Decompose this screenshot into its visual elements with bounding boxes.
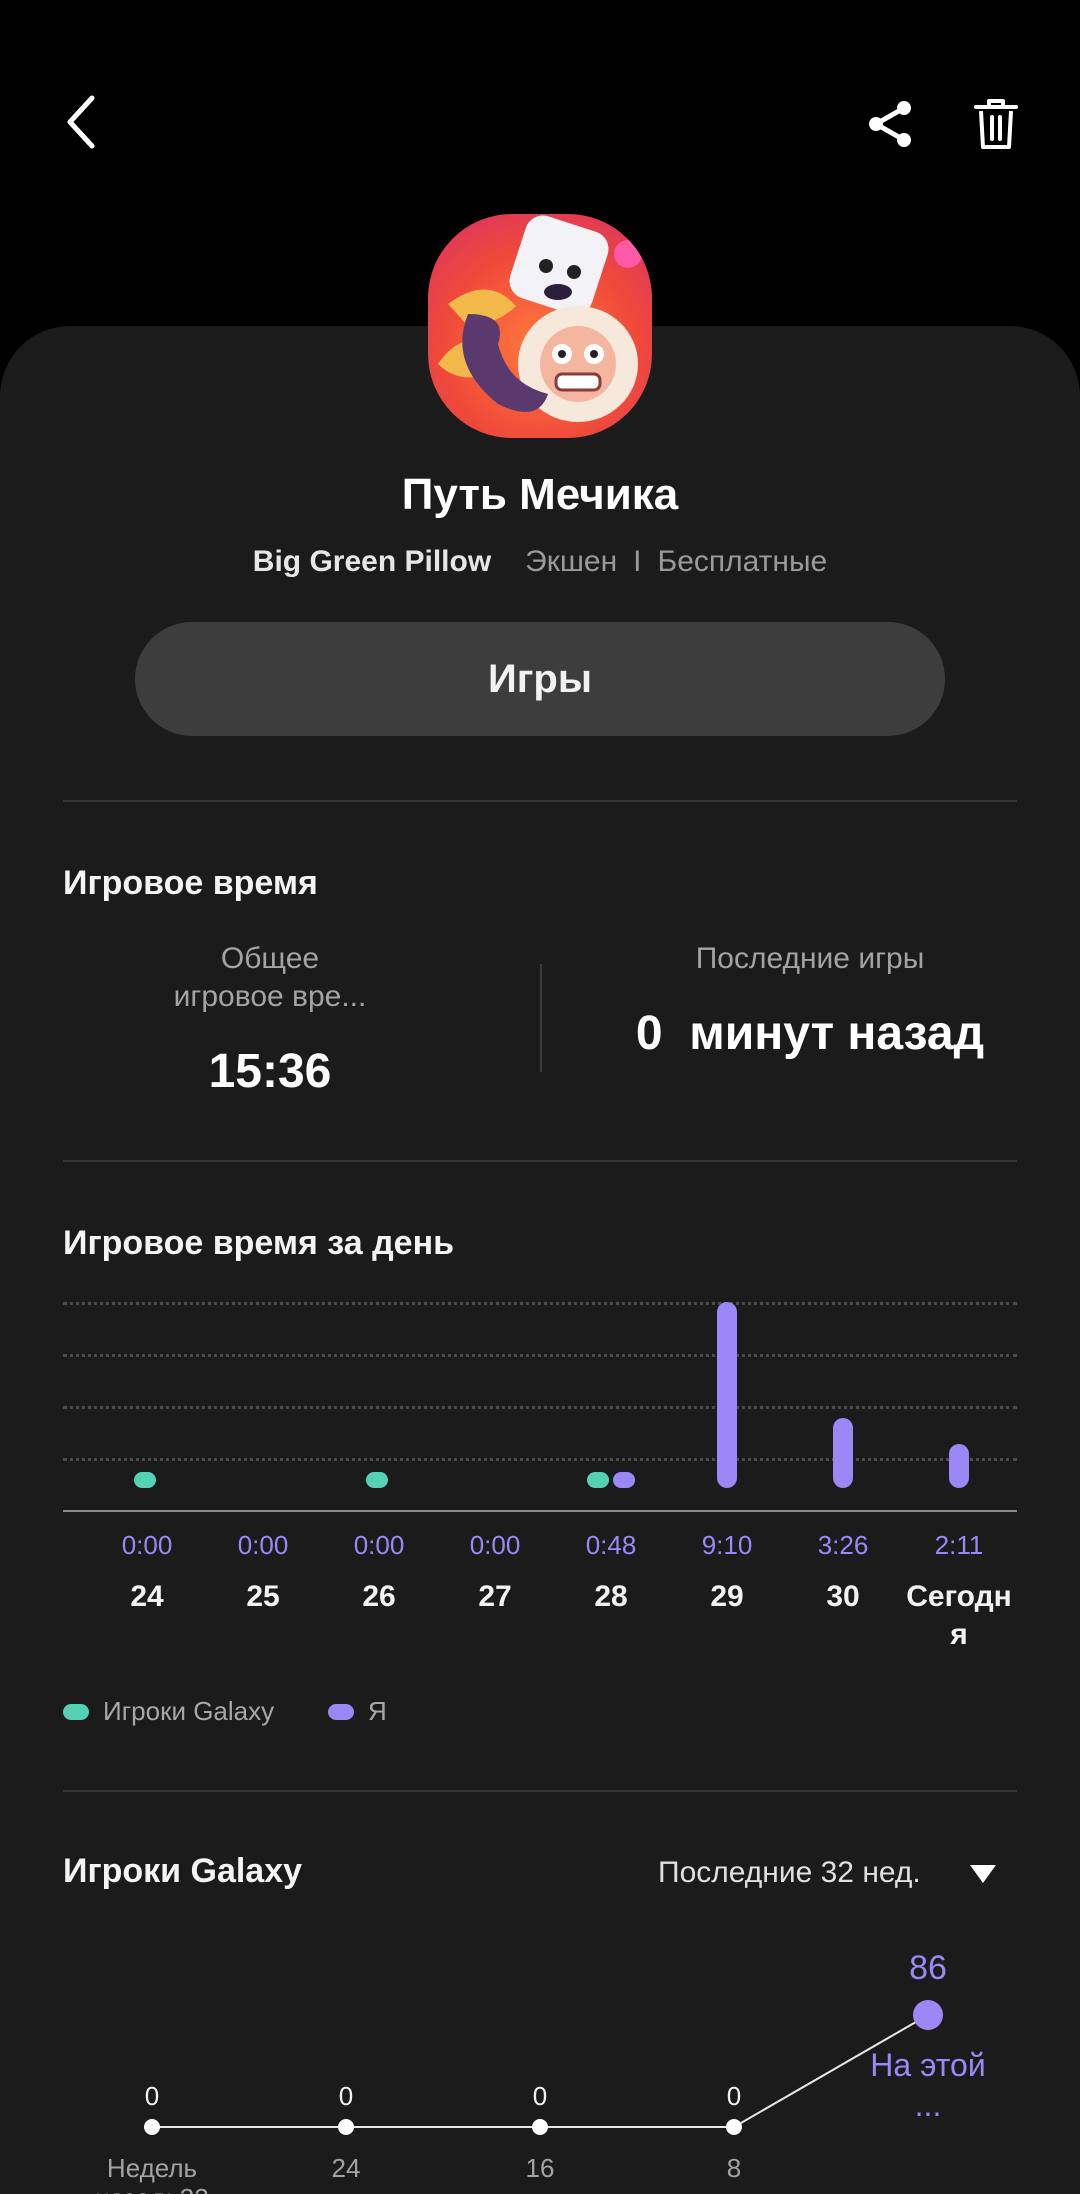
galaxy-point-value: 0 bbox=[532, 2081, 548, 2111]
galaxy-point bbox=[144, 2119, 160, 2135]
galaxy-point bbox=[338, 2119, 354, 2135]
galaxy-point-value: 0 bbox=[144, 2081, 160, 2111]
game-details-screen: Путь Мечика Big Green Pillow Экшен I Беспла… bbox=[0, 0, 1080, 2194]
galaxy-point-label: Недель назад: 32 bbox=[95, 2153, 208, 2194]
galaxy-point bbox=[532, 2119, 548, 2135]
galaxy-point-value: 86 bbox=[909, 1949, 947, 1987]
galaxy-point-value: 0 bbox=[338, 2081, 354, 2111]
galaxy-point-value: 0 bbox=[726, 2081, 742, 2111]
galaxy-point-label: 8 bbox=[726, 2153, 742, 2183]
galaxy-point bbox=[913, 2000, 943, 2030]
galaxy-point-label: 16 bbox=[525, 2153, 555, 2183]
galaxy-line-chart bbox=[144, 2000, 943, 2135]
galaxy-point bbox=[726, 2119, 742, 2135]
galaxy-point-label: 24 bbox=[331, 2153, 361, 2183]
galaxy-point-label: На этой ... bbox=[870, 2047, 986, 2123]
